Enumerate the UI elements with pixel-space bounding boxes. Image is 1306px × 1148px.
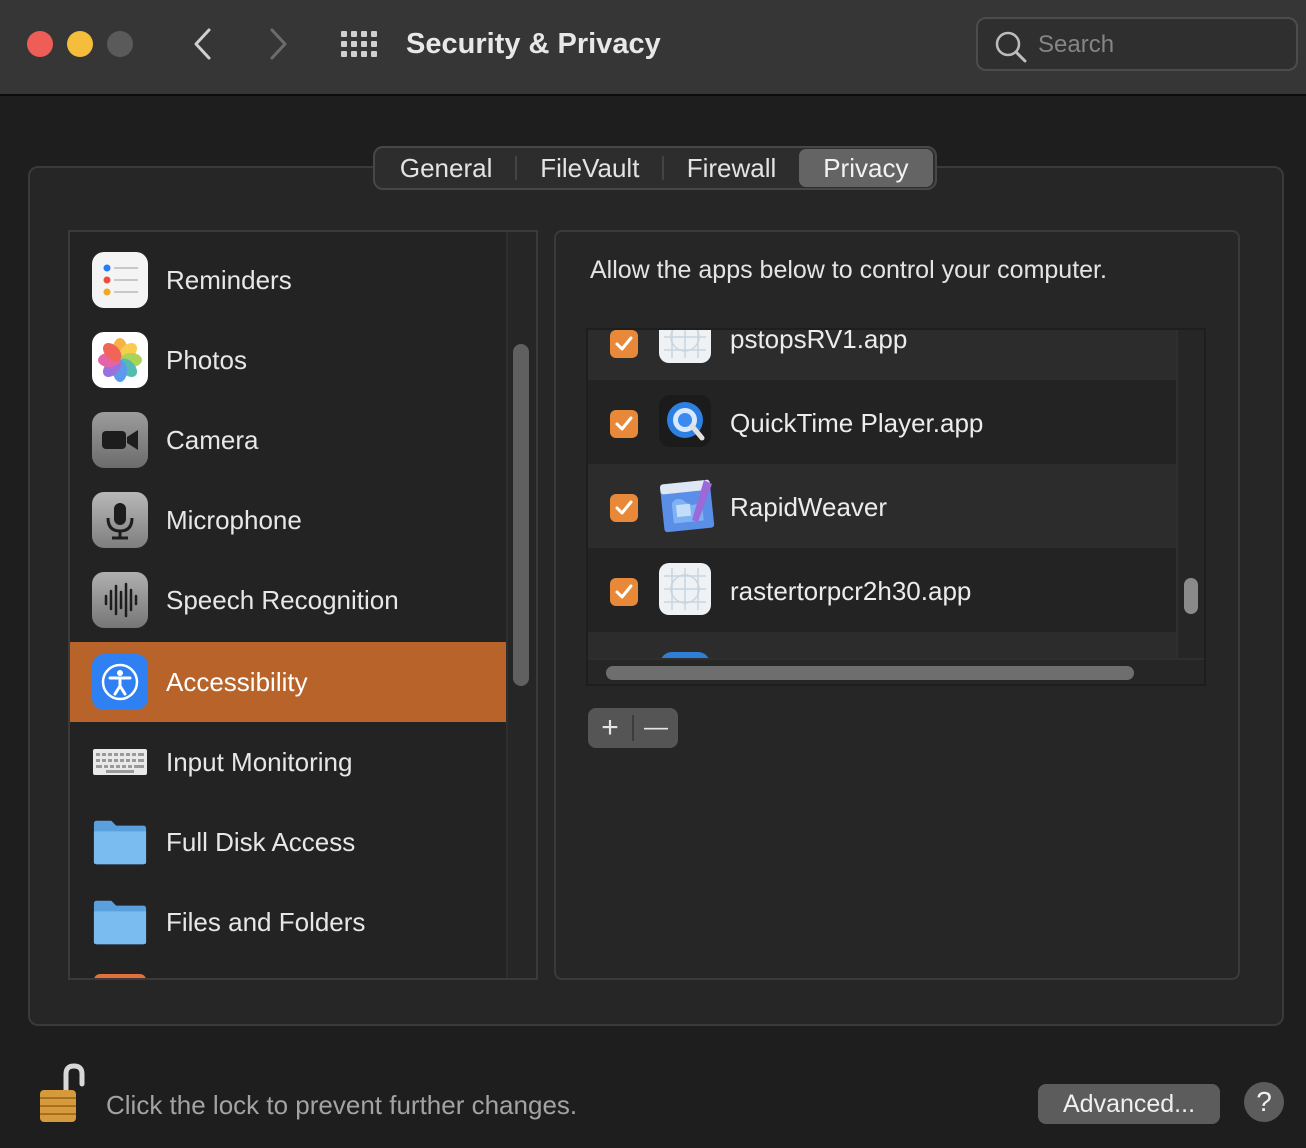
lock-button[interactable] xyxy=(36,1062,86,1126)
sidebar-item-label: Speech Recognition xyxy=(166,584,399,615)
app-list-vertical-scrollbar-thumb[interactable] xyxy=(1184,578,1198,614)
microphone-icon xyxy=(92,492,148,548)
list-item[interactable]: QuickTime Player.app xyxy=(588,380,1176,464)
app-checkbox[interactable] xyxy=(610,494,638,522)
search-field[interactable] xyxy=(976,17,1298,71)
minimize-window-button[interactable] xyxy=(67,31,93,57)
folder-icon xyxy=(92,814,148,870)
app-checkbox[interactable] xyxy=(610,578,638,606)
unlocked-padlock-icon xyxy=(40,1063,85,1122)
chevron-right-icon xyxy=(270,28,287,60)
app-list[interactable]: pstopsRV1.app QuickTime Player.app Rapid… xyxy=(586,328,1206,686)
advanced-button[interactable]: Advanced... xyxy=(1038,1084,1220,1124)
close-window-button[interactable] xyxy=(27,31,53,57)
chevron-left-icon xyxy=(194,28,211,60)
app-label: rastertorpcr2h30.app xyxy=(730,576,972,606)
search-input[interactable] xyxy=(1038,27,1288,63)
quicktime-icon xyxy=(658,394,712,448)
sidebar-item-accessibility[interactable]: Accessibility xyxy=(70,642,506,722)
window-title: Security & Privacy xyxy=(406,28,661,60)
sidebar-item-label: Camera xyxy=(166,424,259,455)
sidebar-item-files-and-folders[interactable]: Files and Folders xyxy=(70,882,506,962)
list-item[interactable]: RapidWeaver xyxy=(588,464,1176,548)
camera-icon xyxy=(92,412,148,468)
help-button[interactable]: ? xyxy=(1244,1082,1284,1122)
sidebar-item-microphone[interactable]: Microphone xyxy=(70,480,506,560)
sidebar-item-photos[interactable]: Photos xyxy=(70,320,506,400)
sidebar-item-label: Accessibility xyxy=(166,666,308,697)
partial-item-icon xyxy=(94,974,146,978)
app-label: QuickTime Player.app xyxy=(730,408,984,438)
sidebar-item-label: Input Monitoring xyxy=(166,746,353,777)
checkmark-icon xyxy=(615,416,633,431)
remove-app-button[interactable]: — xyxy=(634,708,678,748)
tab-privacy[interactable]: Privacy xyxy=(798,149,933,187)
security-privacy-window: Security & Privacy General FileVault Fir… xyxy=(0,0,1306,1148)
search-icon xyxy=(995,31,1027,63)
zoom-window-button[interactable] xyxy=(107,31,133,57)
app-checkbox[interactable] xyxy=(610,330,638,358)
lock-status-text: Click the lock to prevent further change… xyxy=(106,1090,578,1120)
sidebar-item-label: Full Disk Access xyxy=(166,826,356,857)
generic-app-icon xyxy=(658,562,712,616)
sidebar-item-input-monitoring[interactable]: Input Monitoring xyxy=(70,722,506,802)
sidebar-item-label: Files and Folders xyxy=(166,906,366,937)
reminders-icon xyxy=(92,252,148,308)
checkmark-icon xyxy=(615,336,633,351)
tab-firewall[interactable]: Firewall xyxy=(664,149,798,187)
sidebar-item-reminders[interactable]: Reminders xyxy=(70,240,506,320)
sidebar-item-label: Microphone xyxy=(166,504,302,535)
app-label: RapidWeaver xyxy=(730,492,888,522)
sidebar-item-camera[interactable]: Camera xyxy=(70,400,506,480)
grid-icon xyxy=(341,31,377,57)
tab-bar: General FileVault Firewall Privacy xyxy=(373,146,937,190)
minus-icon: — xyxy=(643,714,668,741)
sidebar-item-label: Reminders xyxy=(166,264,292,295)
sidebar-item-full-disk-access[interactable]: Full Disk Access xyxy=(70,802,506,882)
generic-app-icon xyxy=(658,330,712,364)
show-all-button[interactable] xyxy=(337,28,379,60)
app-list-horizontal-scrollbar-thumb[interactable] xyxy=(606,666,1134,680)
list-item[interactable]: pstopsRV1.app xyxy=(588,328,1176,380)
sidebar-item-speech-recognition[interactable]: Speech Recognition xyxy=(70,560,506,640)
tab-general[interactable]: General xyxy=(377,149,515,187)
folder-icon xyxy=(92,894,148,950)
rapidweaver-icon xyxy=(658,476,715,533)
speech-recognition-icon xyxy=(92,572,148,628)
keyboard-icon xyxy=(92,734,148,790)
sidebar-item-label: Photos xyxy=(166,344,247,375)
title-bar: Security & Privacy xyxy=(0,0,1306,96)
checkmark-icon xyxy=(615,500,633,515)
checkmark-icon xyxy=(615,584,633,599)
back-button[interactable] xyxy=(183,24,223,64)
forward-button[interactable] xyxy=(258,24,298,64)
privacy-category-list[interactable]: Reminders Photos Camera Microphone Speec… xyxy=(68,230,538,980)
add-app-button[interactable]: + xyxy=(588,708,632,748)
app-checkbox[interactable] xyxy=(610,410,638,438)
plus-icon: + xyxy=(601,711,619,744)
add-remove-control: + — xyxy=(588,708,678,748)
content-description: Allow the apps below to control your com… xyxy=(590,256,1107,284)
accessibility-icon xyxy=(92,654,148,710)
photos-icon xyxy=(92,332,148,388)
list-item[interactable]: rastertorpcr2h30.app xyxy=(588,548,1176,632)
app-label: pstopsRV1.app xyxy=(730,328,908,354)
tab-filevault[interactable]: FileVault xyxy=(517,149,662,187)
sidebar-scrollbar-thumb[interactable] xyxy=(513,344,529,686)
